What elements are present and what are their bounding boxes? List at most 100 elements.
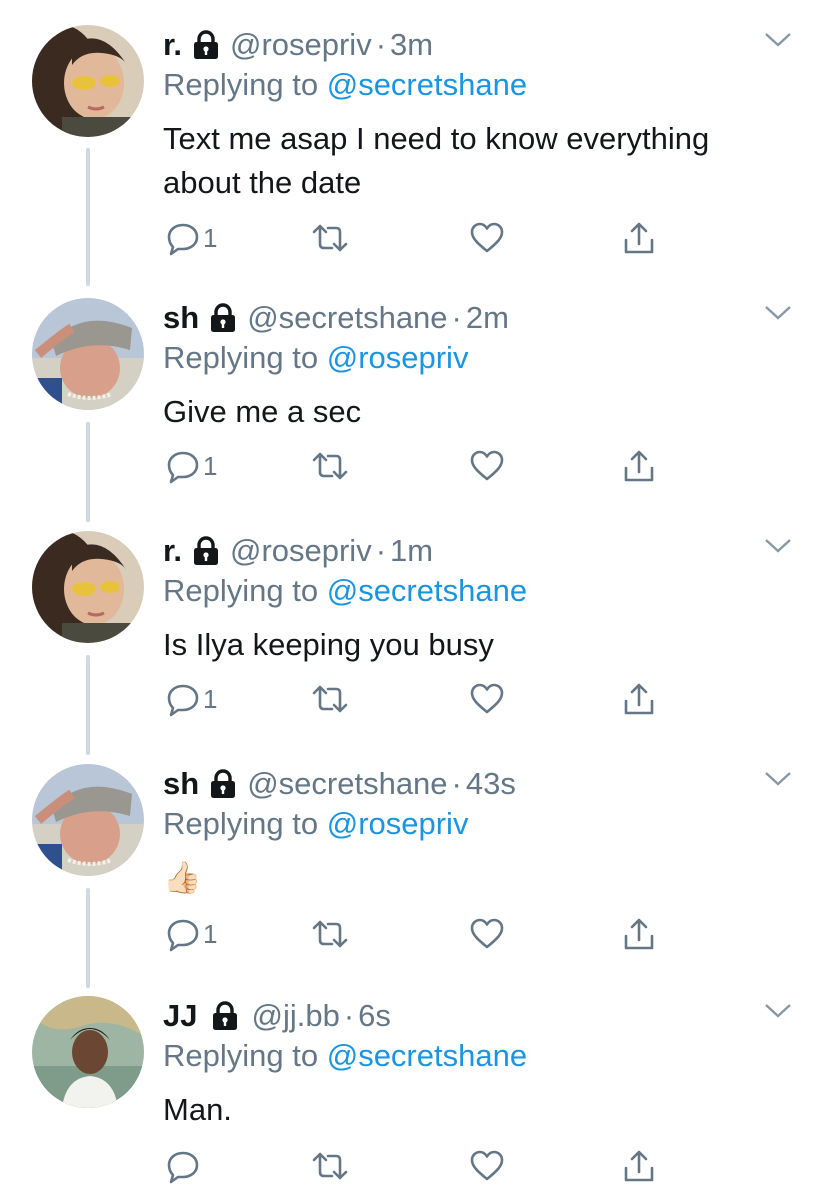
tweet-header: sh @secretshane · 43s <box>163 764 516 804</box>
tweet-text: Man. <box>163 1092 232 1127</box>
lock-icon <box>209 303 237 333</box>
heart-icon <box>470 1150 504 1181</box>
avatar[interactable] <box>32 764 144 876</box>
share-button[interactable] <box>621 679 657 719</box>
handle[interactable]: @rosepriv <box>230 533 372 569</box>
share-button[interactable] <box>621 1146 657 1186</box>
avatar-rose-image <box>32 25 144 137</box>
heart-icon <box>470 450 504 481</box>
reply-icon <box>167 684 199 717</box>
lock-icon <box>192 30 220 60</box>
retweet-icon <box>312 224 348 252</box>
tweet-header: JJ @jj.bb · 6s <box>163 996 391 1036</box>
chevron-down-icon[interactable] <box>764 29 792 51</box>
tweet-header: r. @rosepriv · 1m <box>163 531 433 571</box>
separator-dot: · <box>343 998 355 1033</box>
lock-icon <box>192 536 220 566</box>
replying-to: Replying to @rosepriv <box>163 806 468 842</box>
retweet-button[interactable] <box>310 1146 350 1186</box>
share-button[interactable] <box>621 914 657 954</box>
like-button[interactable] <box>469 218 505 258</box>
reply-button[interactable]: 1 <box>165 679 217 719</box>
avatar[interactable] <box>32 531 144 643</box>
share-icon <box>624 918 654 950</box>
reply-button[interactable]: 1 <box>165 446 217 486</box>
lock-icon <box>209 769 237 799</box>
avatar[interactable] <box>32 996 144 1108</box>
retweet-icon <box>312 1152 348 1180</box>
replying-to: Replying to @secretshane <box>163 67 527 103</box>
reply-icon <box>167 451 199 484</box>
reply-mention-link[interactable]: @secretshane <box>327 573 527 608</box>
replying-to-label: Replying to <box>163 340 319 375</box>
chevron-down-icon[interactable] <box>764 768 792 790</box>
tweet-text: Is Ilya keeping you busy <box>163 627 494 662</box>
share-icon <box>624 222 654 254</box>
reply-icon <box>167 1151 199 1184</box>
reply-button[interactable]: 1 <box>165 914 217 954</box>
reply-mention-link[interactable]: @rosepriv <box>327 340 469 375</box>
reply-count: 1 <box>203 222 218 253</box>
tweet[interactable]: JJ @jj.bb · 6s Replying to @secretshane … <box>0 996 822 1200</box>
handle[interactable]: @secretshane <box>247 300 447 336</box>
heart-icon <box>470 222 504 253</box>
chevron-down-icon[interactable] <box>764 535 792 557</box>
timestamp[interactable]: 6s <box>358 998 391 1034</box>
avatar[interactable] <box>32 298 144 410</box>
tweet-text: Give me a sec <box>163 394 362 429</box>
like-button[interactable] <box>469 1146 505 1186</box>
tweet[interactable]: r. @rosepriv · 3m Replying to @secretsha… <box>0 25 822 275</box>
tweet-actions: 1 <box>165 914 665 954</box>
chevron-down-icon[interactable] <box>764 1000 792 1022</box>
chevron-down-icon[interactable] <box>764 302 792 324</box>
lock-icon <box>211 1001 239 1031</box>
handle[interactable]: @rosepriv <box>230 27 372 63</box>
retweet-button[interactable] <box>310 218 350 258</box>
retweet-button[interactable] <box>310 679 350 719</box>
display-name[interactable]: r. <box>163 27 182 63</box>
share-button[interactable] <box>621 218 657 258</box>
tweet[interactable]: r. @rosepriv · 1m Replying to @secretsha… <box>0 531 822 731</box>
reply-button[interactable] <box>165 1146 203 1186</box>
avatar-shane-image <box>32 764 144 876</box>
replying-to-label: Replying to <box>163 573 319 608</box>
like-button[interactable] <box>469 914 505 954</box>
avatar-jj-image <box>32 996 144 1108</box>
reply-mention-link[interactable]: @rosepriv <box>327 806 469 841</box>
timestamp[interactable]: 1m <box>390 533 433 569</box>
display-name[interactable]: sh <box>163 300 199 336</box>
timestamp[interactable]: 2m <box>466 300 509 336</box>
timestamp[interactable]: 3m <box>390 27 433 63</box>
like-button[interactable] <box>469 679 505 719</box>
tweet-header: r. @rosepriv · 3m <box>163 25 433 65</box>
replying-to: Replying to @secretshane <box>163 1038 527 1074</box>
timestamp[interactable]: 43s <box>466 766 516 802</box>
separator-dot: · <box>451 300 462 335</box>
display-name[interactable]: JJ <box>163 998 197 1034</box>
reply-count: 1 <box>203 683 218 714</box>
reply-icon <box>167 919 199 952</box>
tweet[interactable]: sh @secretshane · 43s Replying to @rosep… <box>0 764 822 964</box>
retweet-icon <box>312 920 348 948</box>
retweet-button[interactable] <box>310 914 350 954</box>
reply-count: 1 <box>203 450 218 481</box>
reply-button[interactable]: 1 <box>165 218 217 258</box>
display-name[interactable]: sh <box>163 766 199 802</box>
avatar-rose-image <box>32 531 144 643</box>
retweet-icon <box>312 685 348 713</box>
retweet-button[interactable] <box>310 446 350 486</box>
avatar[interactable] <box>32 25 144 137</box>
handle[interactable]: @secretshane <box>247 766 447 802</box>
reply-mention-link[interactable]: @secretshane <box>327 1038 527 1073</box>
share-icon <box>624 683 654 715</box>
share-button[interactable] <box>621 446 657 486</box>
display-name[interactable]: r. <box>163 533 182 569</box>
replying-to-label: Replying to <box>163 1038 319 1073</box>
tweet[interactable]: sh @secretshane · 2m Replying to @rosepr… <box>0 298 822 498</box>
handle[interactable]: @jj.bb <box>251 998 339 1034</box>
heart-icon <box>470 683 504 714</box>
avatar-shane-image <box>32 298 144 410</box>
replying-to-label: Replying to <box>163 806 319 841</box>
reply-mention-link[interactable]: @secretshane <box>327 67 527 102</box>
like-button[interactable] <box>469 446 505 486</box>
